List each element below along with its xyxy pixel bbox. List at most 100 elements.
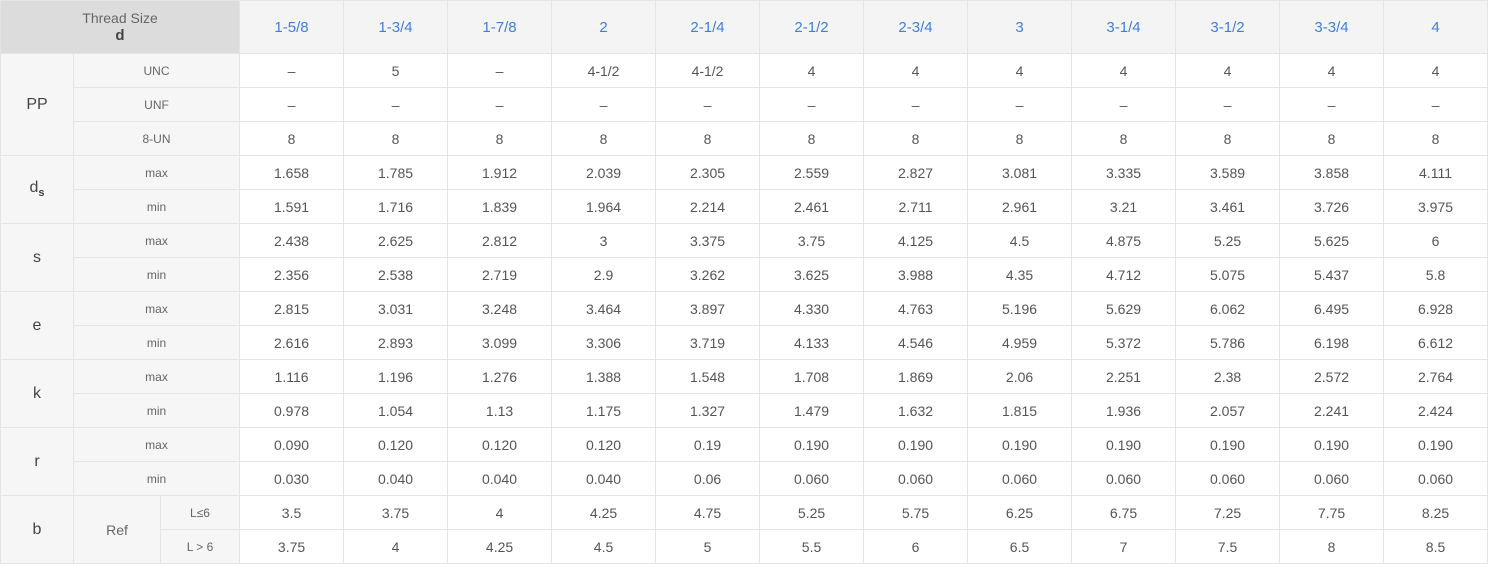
value-cell: 1.388 [551, 359, 657, 394]
value-cell: 3.375 [655, 223, 761, 258]
value-cell: 2.764 [1383, 359, 1489, 394]
value-cell: 3.75 [759, 223, 865, 258]
thread-size-header: Thread Size d [0, 0, 241, 54]
value-cell: – [447, 53, 553, 88]
value-cell: 0.190 [759, 427, 865, 462]
value-cell: – [1279, 87, 1385, 122]
value-cell: 7.75 [1279, 495, 1385, 530]
size-header: 3-1/2 [1175, 0, 1281, 54]
table-row: b Ref L≤6 3.5 3.75 4 4.25 4.75 5.25 5.75 6.25 6.75 7… [0, 495, 1489, 564]
value-cell: 5.196 [967, 291, 1073, 326]
length-condition-label: L > 6 [159, 529, 241, 564]
value-cell: 3.099 [447, 325, 553, 360]
value-cell: 8 [1071, 121, 1177, 156]
value-cell: 5 [655, 529, 761, 564]
value-cell: 5 [343, 53, 449, 88]
value-cell: 8 [447, 121, 553, 156]
value-cell: 1.658 [239, 155, 345, 190]
value-cell: 4.111 [1383, 155, 1489, 190]
value-cell: 0.060 [1383, 461, 1489, 496]
value-cell: 4-1/2 [655, 53, 761, 88]
value-cell: 8 [1279, 529, 1385, 564]
value-cell: 8 [1383, 121, 1489, 156]
value-cell: 1.716 [343, 189, 449, 224]
value-cell: 2.711 [863, 189, 969, 224]
value-cell: 4 [1071, 53, 1177, 88]
value-cell: 4.546 [863, 325, 969, 360]
sub-label: max [72, 359, 241, 394]
value-cell: 6 [1383, 223, 1489, 258]
value-cell: – [863, 87, 969, 122]
table-row: UNF – – – – – – – – – – – – [1, 87, 1489, 122]
size-header: 1-3/4 [343, 0, 449, 54]
value-cell: 3.335 [1071, 155, 1177, 190]
value-cell: 2.438 [239, 223, 345, 258]
value-cell: 4.5 [967, 223, 1073, 258]
value-cell: 3.719 [655, 325, 761, 360]
value-cell: – [1175, 87, 1281, 122]
value-cell: 1.815 [967, 393, 1073, 428]
value-cell: 6.495 [1279, 291, 1385, 326]
value-cell: 2.461 [759, 189, 865, 224]
value-cell: 1.912 [447, 155, 553, 190]
value-cell: 8 [863, 121, 969, 156]
param-symbol: PP [26, 95, 48, 113]
table-row: min 0.978 1.054 1.13 1.175 1.327 1.479 1.632 1.8… [1, 393, 1489, 428]
value-cell: – [655, 87, 761, 122]
value-cell: 1.327 [655, 393, 761, 428]
param-label: ds [0, 155, 74, 224]
value-cell: 4.25 [551, 495, 657, 530]
value-cell: 8 [967, 121, 1073, 156]
value-cell: 1.196 [343, 359, 449, 394]
value-cell: 3.21 [1071, 189, 1177, 224]
value-cell: 5.25 [759, 495, 865, 530]
value-cell: 4.712 [1071, 257, 1177, 292]
value-cell: 6.75 [1071, 495, 1177, 530]
value-cell: 2.827 [863, 155, 969, 190]
value-cell: 2.214 [655, 189, 761, 224]
value-cell: 1.13 [447, 393, 553, 428]
size-header: 1-5/8 [239, 0, 345, 54]
value-cell: 7 [1071, 529, 1177, 564]
value-cell: 5.786 [1175, 325, 1281, 360]
param-symbol: k [33, 384, 41, 402]
value-cell: 4 [759, 53, 865, 88]
size-header: 3 [967, 0, 1073, 54]
size-header: 2 [551, 0, 657, 54]
value-cell: 2.538 [343, 257, 449, 292]
value-cell: 2.812 [447, 223, 553, 258]
table-row: e max 2.815 3.031 3.248 3.464 3.897 4.330 4.763 5… [0, 291, 1489, 360]
param-symbol: r [34, 452, 40, 470]
value-cell: 2.616 [239, 325, 345, 360]
value-cell: 3.306 [551, 325, 657, 360]
table-row: min 2.616 2.893 3.099 3.306 3.719 4.133 4.546 4.… [1, 325, 1489, 360]
value-cell: 0.040 [343, 461, 449, 496]
value-cell: 4.959 [967, 325, 1073, 360]
size-header: 2-1/2 [759, 0, 865, 54]
value-cell: – [1071, 87, 1177, 122]
value-cell: 4 [863, 53, 969, 88]
value-cell: 2.241 [1279, 393, 1385, 428]
value-cell: 3.726 [1279, 189, 1385, 224]
value-cell: 3.988 [863, 257, 969, 292]
thread-size-symbol: d [115, 27, 125, 44]
value-cell: 5.5 [759, 529, 865, 564]
value-cell: 3.858 [1279, 155, 1385, 190]
sub-label: max [72, 223, 241, 258]
value-cell: 3.5 [239, 495, 345, 530]
sub-label: min [72, 189, 241, 224]
value-cell: 0.120 [343, 427, 449, 462]
value-cell: 8 [759, 121, 865, 156]
value-cell: 4 [343, 529, 449, 564]
table-row: L > 6 3.75 4 4.25 4.5 5 5.5 6 6.5 7 7.5 8 8.5 [1, 529, 1489, 564]
value-cell: 0.978 [239, 393, 345, 428]
value-cell: 0.120 [447, 427, 553, 462]
value-cell: 1.548 [655, 359, 761, 394]
table-body: PP UNC –5–4-1/2 4-1/2 4 4 4 4 4 4 4 UNF – – – – – – – – – – – –… [0, 53, 1489, 564]
value-cell: 1.869 [863, 359, 969, 394]
value-cell: 3.461 [1175, 189, 1281, 224]
value-cell: 8.5 [1383, 529, 1489, 564]
value-cell: 4.25 [447, 529, 553, 564]
table-row: min 2.356 2.538 2.719 2.9 3.262 3.625 3.988 4.35… [1, 257, 1489, 292]
value-cell: 4 [447, 495, 553, 530]
